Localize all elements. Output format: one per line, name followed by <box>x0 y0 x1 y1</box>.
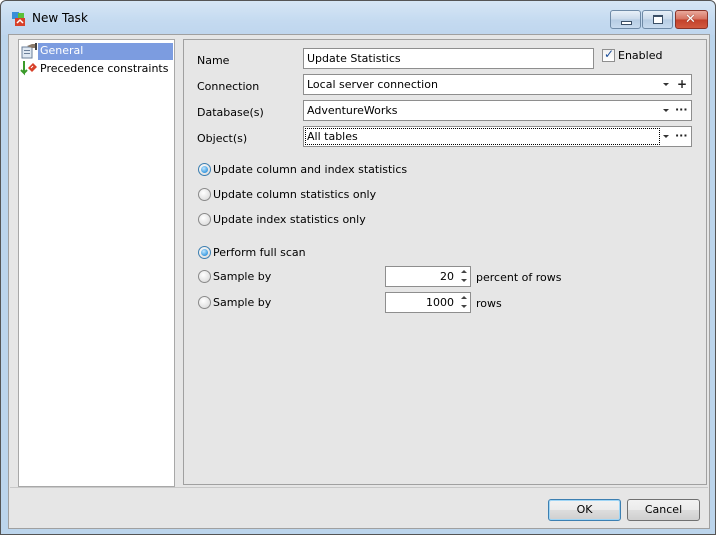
objects-label: Object(s) <box>197 132 248 145</box>
radio-label: Perform full scan <box>213 246 306 259</box>
connection-value: Local server connection <box>307 78 438 91</box>
dialog-footer: OK Cancel <box>10 487 708 528</box>
new-task-window: New Task ✕ General Precedence constraint… <box>0 0 716 535</box>
dropdown-arrow-icon[interactable] <box>663 109 669 112</box>
nav-item-label: Precedence constraints <box>40 61 169 75</box>
sample-percent-spinner[interactable]: 20 <box>385 266 471 287</box>
precedence-constraints-icon <box>20 61 37 76</box>
add-connection-button[interactable]: + <box>677 75 687 94</box>
radio-label: Update column and index statistics <box>213 163 408 176</box>
title-bar[interactable]: New Task ✕ <box>1 1 715 35</box>
dialog-body: General Precedence constraints Name Upda… <box>8 34 710 529</box>
nav-item-precedence-constraints[interactable]: Precedence constraints <box>20 60 173 78</box>
radio-button[interactable] <box>198 163 211 176</box>
databases-value: AdventureWorks <box>307 104 398 117</box>
radio-update-column-and-index[interactable]: Update column and index statistics <box>198 163 407 176</box>
close-button[interactable]: ✕ <box>675 10 708 29</box>
radio-sample-by-rows[interactable]: Sample by <box>198 296 271 309</box>
radio-perform-full-scan[interactable]: Perform full scan <box>198 246 306 259</box>
nav-item-general[interactable]: General <box>20 42 173 60</box>
radio-button[interactable] <box>198 270 211 283</box>
databases-dropdown[interactable]: AdventureWorks ··· <box>303 100 692 121</box>
browse-objects-button[interactable]: ··· <box>675 126 688 145</box>
radio-label: Update index statistics only <box>213 213 366 226</box>
navigation-tree: General Precedence constraints <box>18 39 175 487</box>
spin-down-icon[interactable] <box>461 279 467 282</box>
radio-label: Sample by <box>213 270 272 283</box>
maximize-button[interactable] <box>642 10 673 29</box>
objects-dropdown[interactable]: All tables ··· <box>303 126 692 147</box>
spin-up-icon[interactable] <box>461 270 467 273</box>
ok-button[interactable]: OK <box>548 499 621 521</box>
nav-item-label: General <box>38 42 173 60</box>
databases-label: Database(s) <box>197 106 264 119</box>
objects-value: All tables <box>307 130 358 143</box>
spin-up-icon[interactable] <box>461 296 467 299</box>
radio-button[interactable] <box>198 246 211 259</box>
focus-rectangle <box>305 128 660 145</box>
check-icon: ✓ <box>604 47 615 61</box>
minimize-icon <box>621 21 632 25</box>
sample-percent-value: 20 <box>440 270 454 283</box>
sample-rows-value: 1000 <box>426 296 454 309</box>
general-settings-panel: Name Update Statistics ✓ Enabled Connect… <box>183 39 707 485</box>
radio-label: Sample by <box>213 296 272 309</box>
name-label: Name <box>197 54 230 67</box>
radio-update-index-only[interactable]: Update index statistics only <box>198 213 366 226</box>
window-title: New Task <box>32 11 88 25</box>
name-input[interactable]: Update Statistics <box>303 48 594 69</box>
radio-label: Update column statistics only <box>213 188 377 201</box>
name-value: Update Statistics <box>307 52 401 65</box>
radio-button[interactable] <box>198 213 211 226</box>
general-settings-icon <box>21 43 37 59</box>
connection-label: Connection <box>197 80 260 93</box>
connection-dropdown[interactable]: Local server connection + <box>303 74 692 95</box>
dropdown-arrow-icon[interactable] <box>663 135 669 138</box>
task-icon <box>12 12 25 26</box>
radio-update-column-only[interactable]: Update column statistics only <box>198 188 376 201</box>
sample-rows-spinner[interactable]: 1000 <box>385 292 471 313</box>
close-icon: ✕ <box>685 12 696 27</box>
spin-down-icon[interactable] <box>461 305 467 308</box>
maximize-icon <box>653 15 663 24</box>
radio-button[interactable] <box>198 296 211 309</box>
rows-label: rows <box>476 297 502 310</box>
radio-sample-by-percent[interactable]: Sample by <box>198 270 271 283</box>
cancel-button[interactable]: Cancel <box>627 499 700 521</box>
enabled-label: Enabled <box>618 49 663 62</box>
percent-of-rows-label: percent of rows <box>476 271 562 284</box>
dropdown-arrow-icon[interactable] <box>663 83 669 86</box>
enabled-checkbox[interactable]: ✓ Enabled <box>602 47 663 62</box>
browse-databases-button[interactable]: ··· <box>675 100 688 119</box>
radio-button[interactable] <box>198 188 211 201</box>
minimize-button[interactable] <box>610 10 641 29</box>
checkbox[interactable]: ✓ <box>602 47 615 62</box>
